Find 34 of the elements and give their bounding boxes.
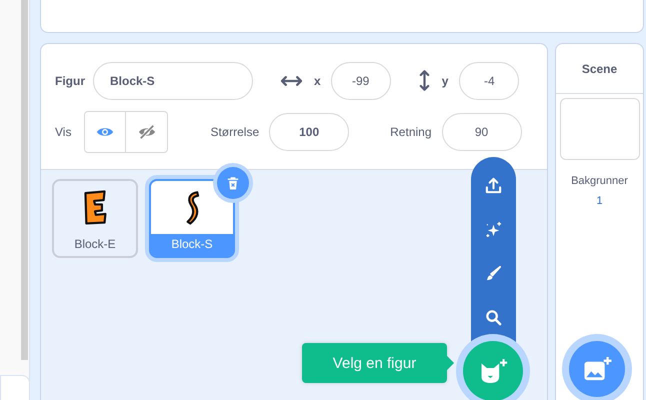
show-button[interactable] xyxy=(84,110,126,152)
choose-backdrop-button[interactable] xyxy=(569,341,625,397)
sprite-tile[interactable]: Block-E xyxy=(52,179,138,258)
delete-button[interactable] xyxy=(217,167,249,199)
direction-label: Retning xyxy=(390,124,432,138)
direction-field[interactable]: 90 xyxy=(442,112,522,150)
size-label: Størrelse xyxy=(210,124,260,138)
upload-icon xyxy=(485,176,502,194)
sprite-name-field[interactable]: Block-S xyxy=(93,62,253,100)
x-label: x xyxy=(314,74,321,88)
brush-icon xyxy=(485,264,502,282)
image-plus-icon xyxy=(582,356,612,382)
tooltip: Velg en figur xyxy=(302,343,447,383)
sprite-name-label: Figur xyxy=(55,74,85,88)
show-label: Vis xyxy=(55,124,72,138)
x-field[interactable]: -99 xyxy=(330,62,391,100)
backdrops-label: Bakgrunner xyxy=(571,175,628,187)
size-field[interactable]: 100 xyxy=(269,112,350,150)
backdrop-count: 1 xyxy=(596,195,603,207)
y-label: y xyxy=(442,74,448,88)
hidden-eye-icon xyxy=(138,124,156,140)
sprite-name: Block-E xyxy=(73,236,117,253)
scrollbar[interactable] xyxy=(21,0,28,360)
y-field[interactable]: -4 xyxy=(459,62,520,100)
choose-sprite-button[interactable] xyxy=(463,341,523,400)
backdrop-thumbnail[interactable] xyxy=(560,98,640,160)
vertical-arrow-icon xyxy=(418,70,430,91)
trash-icon xyxy=(227,176,239,190)
horizontal-arrow-icon xyxy=(281,74,302,86)
sprite-name: Block-S xyxy=(151,234,233,256)
stage-title: Scene xyxy=(556,44,643,94)
hide-button[interactable] xyxy=(126,110,168,152)
sparkle-icon xyxy=(485,220,502,238)
search-icon xyxy=(485,308,502,326)
